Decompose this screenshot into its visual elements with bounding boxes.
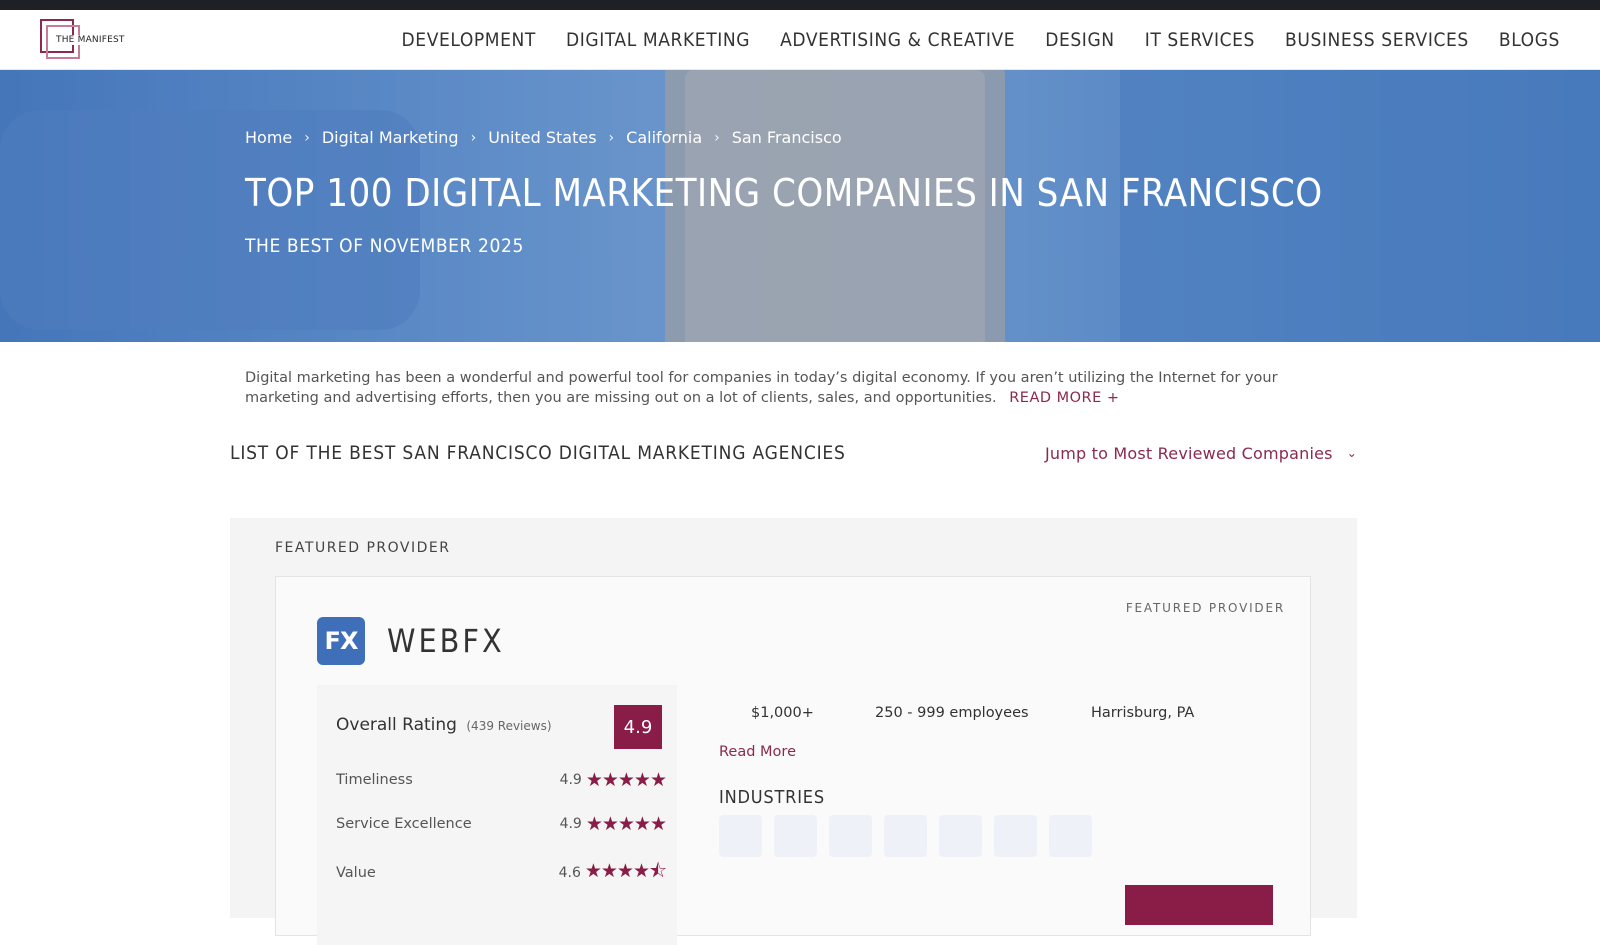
provider-card: FEATURED PROVIDER FX WEBFX Overall Ratin…	[275, 576, 1311, 945]
hero-content: Home › Digital Marketing › United States…	[245, 128, 1323, 257]
nav-links: DEVELOPMENT DIGITAL MARKETING ADVERTISIN…	[402, 29, 1560, 51]
rating-label: Value	[336, 865, 376, 881]
intro-read-more-link[interactable]: READ MORE +	[1009, 390, 1119, 406]
list-header: LIST OF THE BEST SAN FRANCISCO DIGITAL M…	[230, 442, 1357, 464]
rating-row: Value 4.6 ★★★★⯪	[336, 857, 667, 889]
industry-icon[interactable]	[829, 815, 872, 857]
stars-icon: ★★★★★	[585, 769, 667, 791]
jump-to-most-reviewed-dropdown[interactable]: Jump to Most Reviewed Companies ⌄	[1045, 444, 1357, 463]
company-name[interactable]: WEBFX	[387, 622, 505, 660]
nav-link-advertising-creative[interactable]: ADVERTISING & CREATIVE	[780, 29, 1015, 51]
company-header[interactable]: FX WEBFX	[317, 617, 505, 665]
breadcrumb-california[interactable]: California	[626, 128, 702, 147]
industry-icons	[719, 815, 1092, 857]
rating-box: Overall Rating (439 Reviews) 4.9 Timelin…	[317, 685, 677, 945]
nav-link-digital-marketing[interactable]: DIGITAL MARKETING	[566, 29, 750, 51]
breadcrumb-home[interactable]: Home	[245, 128, 292, 147]
chevron-right-icon: ›	[608, 129, 615, 146]
chevron-right-icon: ›	[304, 129, 310, 146]
industry-icon[interactable]	[884, 815, 927, 857]
chevron-right-icon: ›	[714, 129, 720, 146]
industry-icon[interactable]	[774, 815, 817, 857]
list-heading: LIST OF THE BEST SAN FRANCISCO DIGITAL M…	[230, 442, 846, 464]
breadcrumb: Home › Digital Marketing › United States…	[245, 128, 1323, 147]
industry-icon[interactable]	[719, 815, 762, 857]
nav-link-blogs[interactable]: BLOGS	[1499, 29, 1560, 51]
rating-value: 4.6	[558, 865, 581, 881]
manifest-logo[interactable]: THE MANIFEST	[40, 18, 127, 61]
featured-badge: FEATURED PROVIDER	[1125, 601, 1285, 615]
top-strip	[0, 0, 1600, 10]
rating-label: Timeliness	[336, 772, 413, 788]
page-title: TOP 100 DIGITAL MARKETING COMPANIES IN S…	[245, 171, 1323, 215]
featured-section-label: FEATURED PROVIDER	[275, 540, 451, 556]
rating-label: Service Excellence	[336, 816, 472, 832]
company-read-more-link[interactable]: Read More	[719, 744, 796, 760]
rating-row: Service Excellence 4.9 ★★★★★	[336, 813, 667, 835]
nav-link-development[interactable]: DEVELOPMENT	[402, 29, 536, 51]
nav-link-it-services[interactable]: IT SERVICES	[1145, 29, 1255, 51]
breadcrumb-digital-marketing[interactable]: Digital Marketing	[322, 128, 459, 147]
rating-value-group: 4.6 ★★★★⯪	[558, 857, 667, 889]
company-location: Harrisburg, PA	[1091, 705, 1195, 721]
stars-icon: ★★★★⯪	[584, 860, 667, 882]
main-nav: THE MANIFEST DEVELOPMENT DIGITAL MARKETI…	[0, 10, 1600, 70]
rating-value: 4.9	[559, 772, 582, 788]
breadcrumb-san-francisco: San Francisco	[731, 128, 842, 147]
hero-banner: Home › Digital Marketing › United States…	[0, 70, 1600, 342]
industry-icon[interactable]	[939, 815, 982, 857]
nav-link-design[interactable]: DESIGN	[1045, 29, 1115, 51]
overall-score-badge: 4.9	[614, 705, 662, 749]
min-project-size: $1,000+	[751, 705, 814, 721]
rating-row: Timeliness 4.9 ★★★★★	[336, 769, 667, 791]
employee-count: 250 - 999 employees	[875, 705, 1029, 721]
company-facts: $1,000+ 250 - 999 employees Harrisburg, …	[719, 705, 1194, 721]
industry-icon[interactable]	[994, 815, 1037, 857]
stars-icon: ★★★★★	[585, 813, 667, 835]
intro-paragraph: Digital marketing has been a wonderful a…	[245, 368, 1355, 408]
review-count[interactable]: (439 Reviews)	[466, 719, 551, 733]
breadcrumb-united-states[interactable]: United States	[488, 128, 596, 147]
industry-icon[interactable]	[1049, 815, 1092, 857]
intro-text: Digital marketing has been a wonderful a…	[245, 370, 1278, 406]
chevron-down-icon: ⌄	[1346, 446, 1357, 460]
nav-link-business-services[interactable]: BUSINESS SERVICES	[1285, 29, 1469, 51]
visit-website-button[interactable]	[1125, 885, 1273, 925]
featured-provider-section: FEATURED PROVIDER FEATURED PROVIDER FX W…	[230, 518, 1357, 945]
overall-rating-label: Overall Rating	[336, 715, 457, 735]
overall-rating: Overall Rating (439 Reviews)	[336, 715, 552, 735]
company-logo[interactable]: FX	[317, 617, 365, 665]
rating-value-group: 4.9 ★★★★★	[559, 813, 667, 835]
jump-label: Jump to Most Reviewed Companies	[1044, 443, 1333, 463]
rating-value: 4.9	[559, 816, 582, 832]
page-subtitle: THE BEST OF NOVEMBER 2025	[245, 235, 524, 257]
logo-text: THE MANIFEST	[54, 34, 127, 45]
industries-heading: INDUSTRIES	[719, 787, 825, 808]
chevron-right-icon: ›	[470, 129, 477, 146]
rating-value-group: 4.9 ★★★★★	[559, 769, 667, 791]
